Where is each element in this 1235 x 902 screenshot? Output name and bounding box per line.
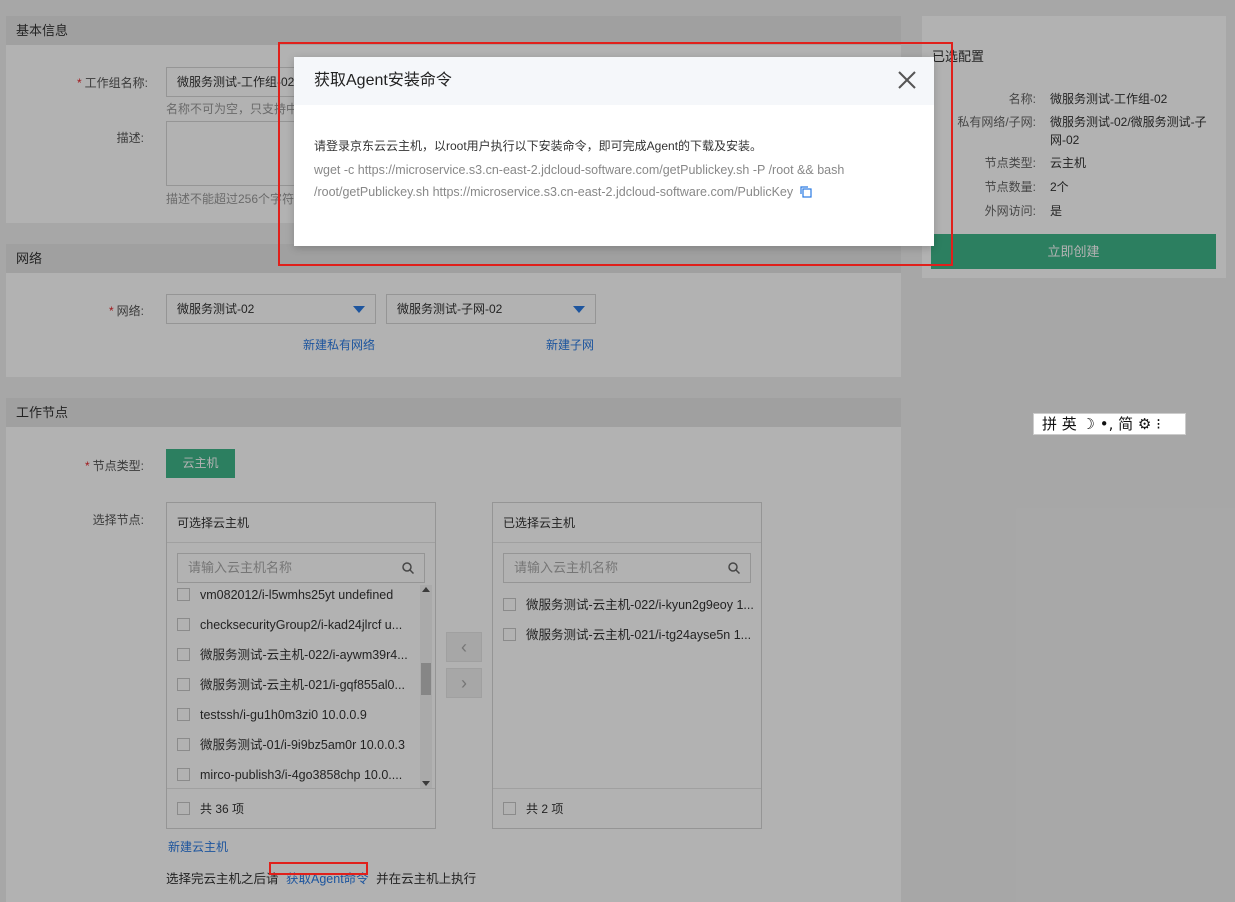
annotation-box-modal bbox=[278, 42, 953, 266]
ime-toolbar[interactable]: 拼 英 ☽ •, 简 ⚙ ⁝ bbox=[1033, 413, 1186, 435]
annotation-box-link bbox=[269, 862, 368, 875]
